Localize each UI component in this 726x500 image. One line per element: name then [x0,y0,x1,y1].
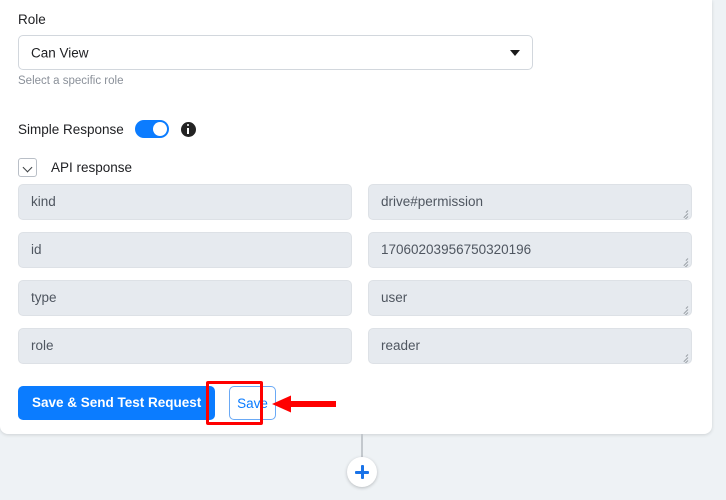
field-value-input[interactable]: user [368,280,692,316]
resize-handle-icon[interactable] [679,256,689,267]
field-value-input[interactable]: drive#permission [368,184,692,220]
simple-response-row: Simple Response [18,118,196,140]
role-label: Role [18,12,46,27]
toggle-knob [152,122,167,136]
resize-handle-icon[interactable] [679,352,689,363]
field-value-input[interactable]: reader [368,328,692,364]
api-response-fields: kind drive#permission id 170602039567503… [18,184,694,376]
table-row: role reader [18,328,694,364]
action-config-panel: Role Can View Select a specific role Sim… [0,0,712,434]
panel-content: Role Can View Select a specific role Sim… [18,0,694,434]
add-step-button[interactable] [347,457,377,487]
field-value-text: 17060203956750320196 [381,242,532,257]
chevron-down-icon[interactable] [18,157,37,177]
resize-handle-icon[interactable] [679,208,689,219]
simple-response-toggle[interactable] [134,120,169,138]
table-row: type user [18,280,694,316]
info-icon[interactable] [180,121,196,137]
chevron-down-icon [510,49,520,56]
field-key-input[interactable]: kind [18,184,352,220]
field-value-text: user [381,290,408,305]
role-select[interactable]: Can View [18,35,533,70]
role-helper-text: Select a specific role [18,75,124,87]
resize-handle-icon[interactable] [679,304,689,315]
field-key-input[interactable]: type [18,280,352,316]
field-key-input[interactable]: id [18,232,352,268]
api-response-label: API response [51,159,133,175]
field-value-text: reader [381,338,421,353]
table-row: id 17060203956750320196 [18,232,694,268]
role-select-value: Can View [31,45,89,60]
save-button[interactable]: Save [229,386,276,420]
screen-root: Role Can View Select a specific role Sim… [0,0,726,500]
field-key-input[interactable]: role [18,328,352,364]
field-value-text: drive#permission [381,194,484,209]
table-row: kind drive#permission [18,184,694,220]
api-response-header[interactable]: API response [18,157,132,177]
field-value-input[interactable]: 17060203956750320196 [368,232,692,268]
save-and-send-test-request-button[interactable]: Save & Send Test Request [18,386,216,420]
simple-response-label: Simple Response [18,121,124,137]
